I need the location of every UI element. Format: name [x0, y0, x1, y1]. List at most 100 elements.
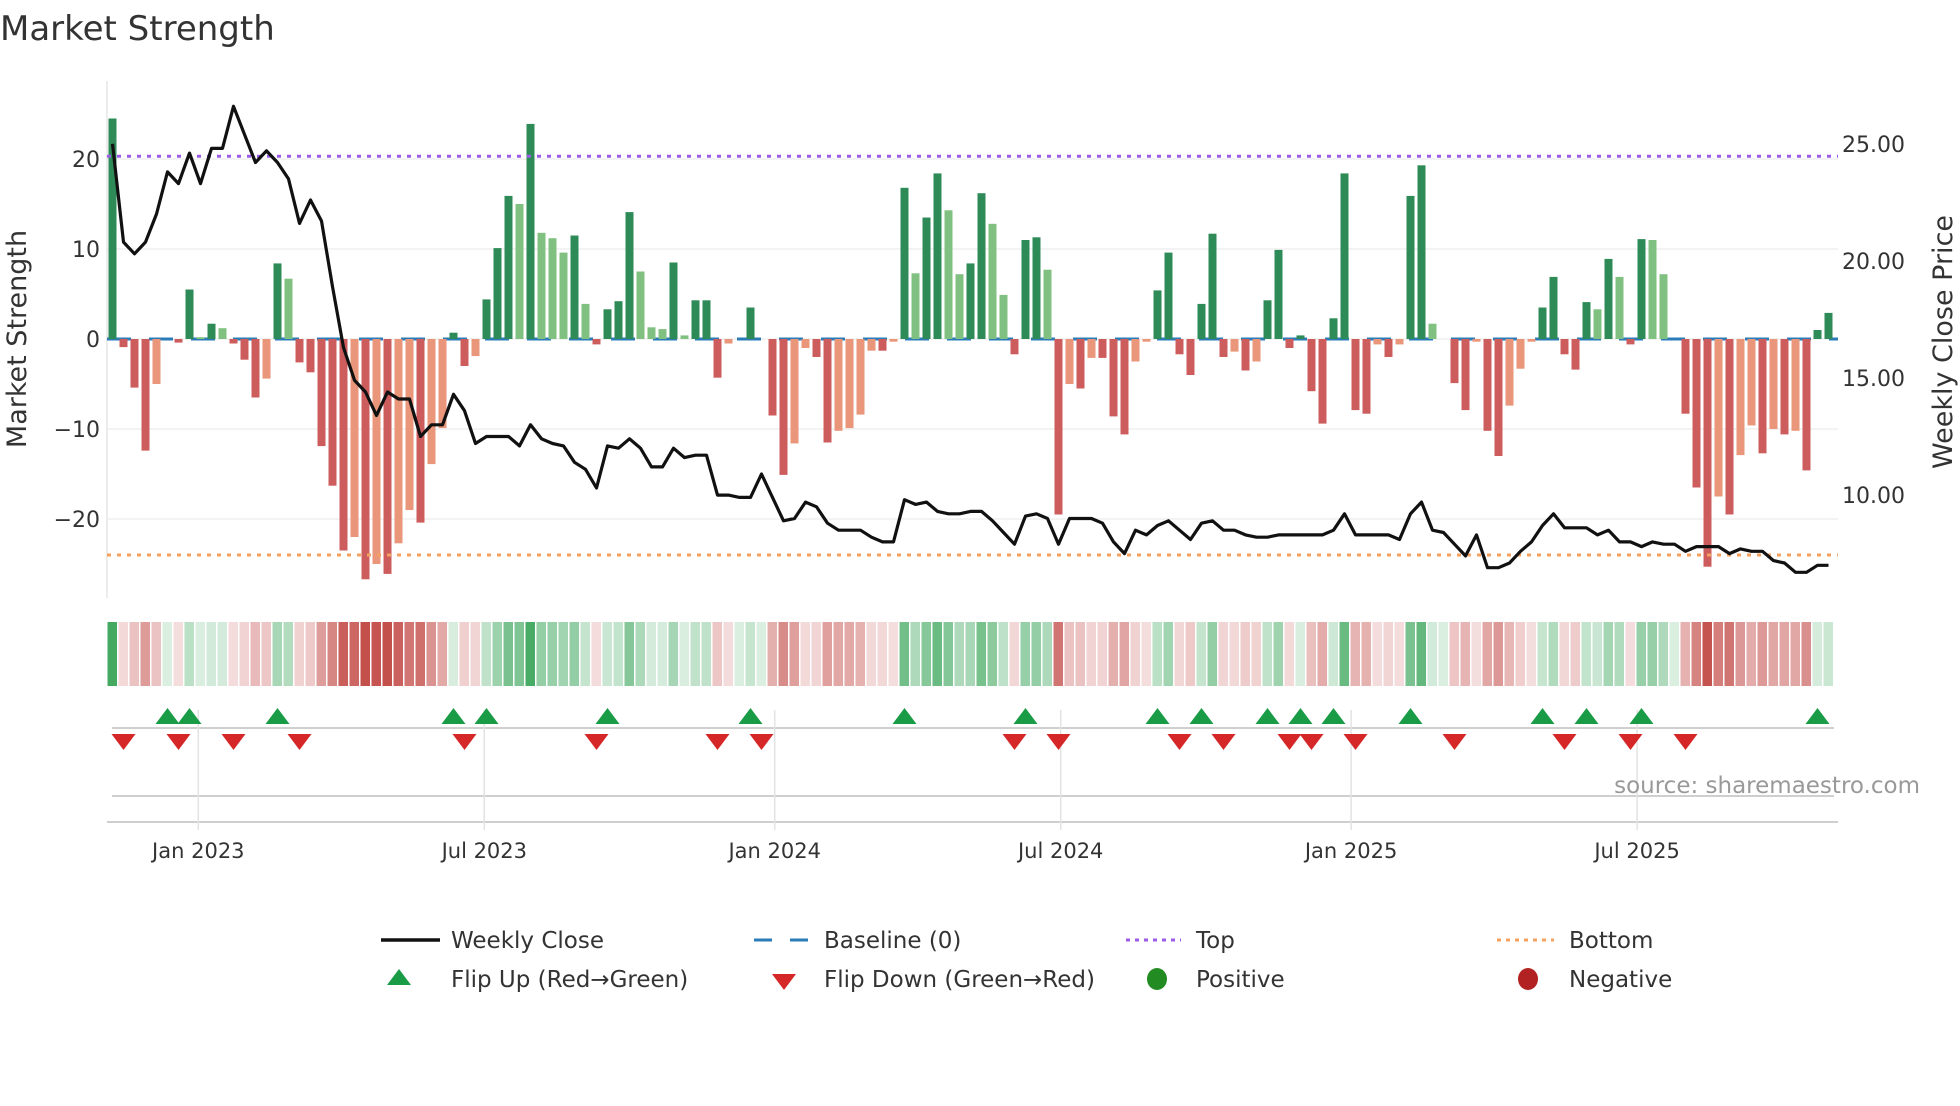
heatmap-cell	[1504, 622, 1514, 686]
strength-bar	[1593, 309, 1602, 339]
strength-bar	[1296, 335, 1305, 339]
heatmap-cell	[1603, 622, 1613, 686]
strength-bar	[1527, 339, 1536, 342]
strength-bar	[702, 300, 711, 339]
heatmap-cell	[1548, 622, 1558, 686]
strength-bar	[1131, 339, 1140, 362]
strength-bar	[812, 339, 821, 357]
y-tick-label: 0	[86, 328, 100, 353]
strength-bar	[152, 339, 161, 384]
strength-bar	[1241, 339, 1250, 371]
strength-bar	[1285, 339, 1294, 348]
strength-bar	[493, 248, 502, 339]
strength-bar	[141, 339, 150, 451]
heatmap-cell	[1592, 622, 1602, 686]
heatmap-cell	[1482, 622, 1492, 686]
heatmap-cell	[1042, 622, 1052, 686]
flip-down-triangle-icon	[1277, 734, 1302, 750]
heatmap-cell	[459, 622, 469, 686]
strength-bar	[1208, 233, 1217, 339]
circle-icon	[1147, 968, 1167, 990]
strength-bar	[1450, 339, 1459, 384]
heatmap-cell	[943, 622, 953, 686]
strength-bar	[1703, 339, 1712, 567]
flip-down-triangle-icon	[1211, 734, 1236, 750]
strength-bar	[471, 339, 480, 357]
heatmap-cell	[767, 622, 777, 686]
flip-down-triangle-icon	[166, 734, 191, 750]
strength-bar	[460, 339, 469, 366]
heatmap-cell	[1251, 622, 1261, 686]
heatmap-cell	[514, 622, 524, 686]
heatmap-cell	[712, 622, 722, 686]
legend-bottom: Bottom	[1497, 928, 1653, 954]
triangle-up-icon	[387, 969, 411, 985]
heatmap-cell	[1658, 622, 1668, 686]
heatmap-cell	[140, 622, 150, 686]
heatmap-cell	[1493, 622, 1503, 686]
strength-bar	[383, 339, 392, 574]
heatmap-cell	[998, 622, 1008, 686]
strength-bar	[328, 339, 337, 486]
flip-up-triangle-icon	[1629, 708, 1654, 724]
strength-bar	[1142, 339, 1151, 342]
y-tick-label: −20	[54, 508, 100, 533]
heatmap-cell	[657, 622, 667, 686]
strength-bar	[218, 328, 227, 339]
heatmap-cell	[283, 622, 293, 686]
strength-bar	[1318, 339, 1327, 424]
heatmap-cell	[1537, 622, 1547, 686]
strength-bar	[1692, 339, 1701, 488]
heatmap-cell	[1185, 622, 1195, 686]
heatmap-cell	[1801, 622, 1811, 686]
heatmap-cell	[558, 622, 568, 686]
heatmap-cell	[1328, 622, 1338, 686]
strength-bar	[1307, 339, 1316, 392]
heatmap-cell	[1416, 622, 1426, 686]
heatmap-cell	[932, 622, 942, 686]
strength-bar	[790, 339, 799, 444]
legend-flip-down: Flip Down (Green→Red)	[772, 967, 1095, 993]
heatmap-cell	[525, 622, 535, 686]
strength-bar	[592, 339, 601, 345]
strength-bar	[1065, 339, 1074, 384]
flip-up-triangle-icon	[738, 708, 763, 724]
strength-bar	[185, 289, 194, 339]
strength-bar	[1791, 339, 1800, 431]
heatmap-cell	[954, 622, 964, 686]
heatmap-cell	[778, 622, 788, 686]
strength-bar	[1725, 339, 1734, 515]
heatmap-cell	[1691, 622, 1701, 686]
flip-up-triangle-icon	[1321, 708, 1346, 724]
heatmap-cell	[448, 622, 458, 686]
heatmap-cell	[668, 622, 678, 686]
strength-bar	[1516, 339, 1525, 369]
strength-bar	[1087, 339, 1096, 358]
heatmap-cell	[173, 622, 183, 686]
heatmap-cell	[547, 622, 557, 686]
heatmap-cell	[811, 622, 821, 686]
y2-tick-label: 10.00	[1842, 484, 1905, 509]
strength-bar	[999, 294, 1008, 339]
heatmap-cell	[1097, 622, 1107, 686]
x-tick-label: Jan 2025	[1303, 839, 1398, 863]
heatmap-cell	[1823, 622, 1833, 686]
heatmap-cell	[360, 622, 370, 686]
heatmap-cell	[1317, 622, 1327, 686]
heatmap-cell	[129, 622, 139, 686]
flip-up-triangle-icon	[892, 708, 917, 724]
circle-icon	[1518, 968, 1538, 990]
heatmap-cell	[239, 622, 249, 686]
strength-bar	[559, 252, 568, 339]
heatmap-cell	[987, 622, 997, 686]
strength-bar	[1252, 339, 1261, 362]
heatmap-cell	[888, 622, 898, 686]
flip-down-triangle-icon	[584, 734, 609, 750]
heatmap-cell	[1295, 622, 1305, 686]
strength-bar	[768, 339, 777, 416]
heatmap-cell	[426, 622, 436, 686]
strength-bar	[306, 339, 315, 373]
heatmap-cell	[1438, 622, 1448, 686]
strength-bar	[1736, 339, 1745, 456]
heatmap-cell	[470, 622, 480, 686]
